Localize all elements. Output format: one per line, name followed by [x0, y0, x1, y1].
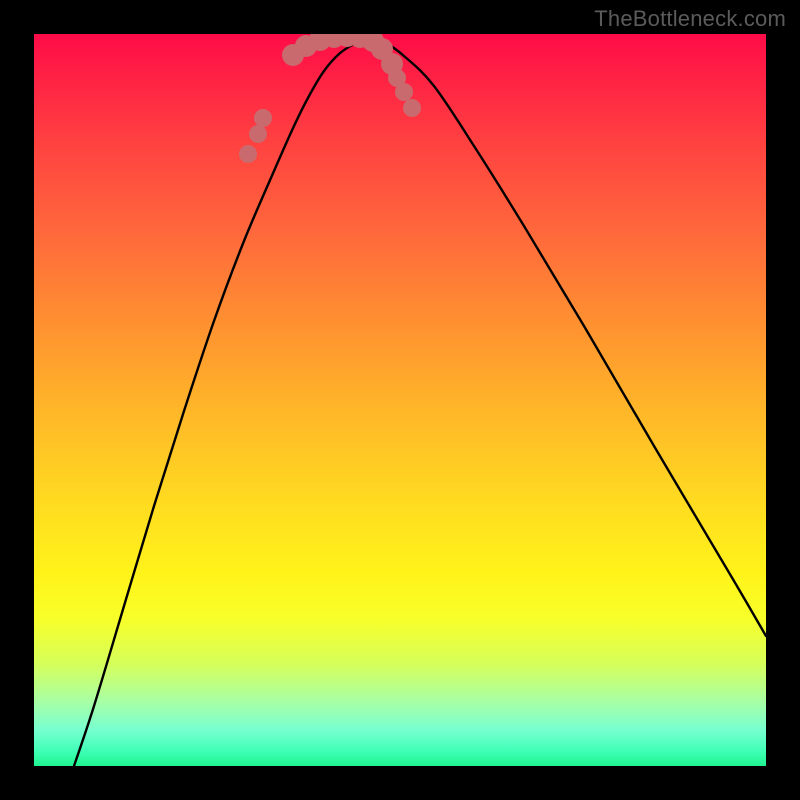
watermark-text: TheBottleneck.com: [594, 6, 786, 32]
plot-area: [34, 34, 766, 766]
marker-dot: [239, 145, 257, 163]
chart-frame: TheBottleneck.com: [0, 0, 800, 800]
marker-dot: [249, 125, 267, 143]
marker-dot: [403, 99, 421, 117]
marker-dot: [395, 83, 413, 101]
marker-dots-group: [239, 34, 421, 163]
profile-curve-group: [74, 38, 766, 766]
marker-dot: [254, 109, 272, 127]
chart-svg: [34, 34, 766, 766]
profile-curve: [74, 38, 766, 766]
